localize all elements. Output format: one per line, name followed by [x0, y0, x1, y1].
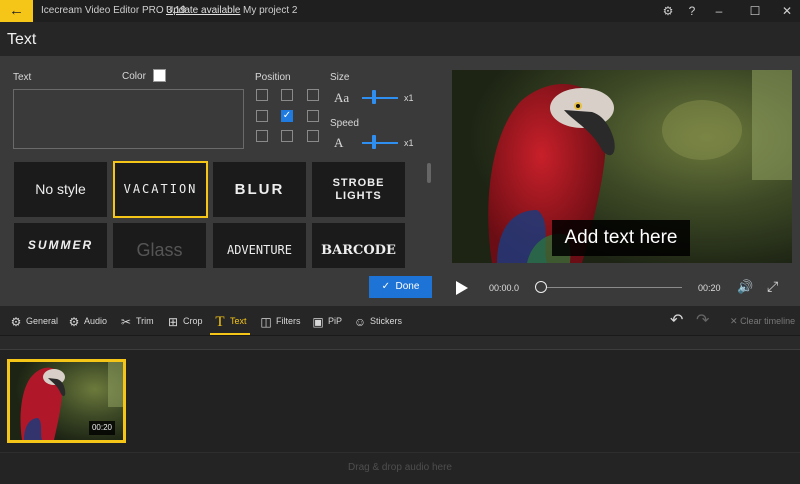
tool-trim[interactable]: ✂ Trim	[119, 306, 154, 336]
done-button[interactable]: ✓ Done	[369, 276, 432, 298]
minimize-button[interactable]: –	[710, 3, 728, 19]
size-slider-track[interactable]	[362, 97, 398, 99]
size-multiplier: x1	[404, 93, 414, 103]
duration: 00:20	[698, 283, 721, 293]
crop-icon: ⊞	[167, 314, 179, 329]
position-middle-right[interactable]	[307, 110, 319, 122]
filters-icon: ◫	[260, 314, 272, 329]
position-middle-left[interactable]	[256, 110, 268, 122]
text-input[interactable]	[13, 89, 244, 149]
active-tool-indicator	[210, 333, 250, 335]
clear-label: Clear timeline	[740, 316, 796, 326]
font-size-icon: Aa	[334, 90, 350, 105]
tool-label: Crop	[183, 316, 203, 326]
tool-crop[interactable]: ⊞ Crop	[166, 306, 203, 336]
section-header: Text	[0, 22, 800, 56]
clear-timeline-button[interactable]: ✕ Clear timeline	[730, 306, 795, 336]
audio-drop-hint: Drag & drop audio here	[348, 462, 452, 473]
tool-label: Audio	[84, 316, 108, 326]
style-label: Glass	[136, 240, 183, 260]
fullscreen-icon[interactable]: ⤢	[767, 278, 778, 295]
speed-multiplier: x1	[404, 138, 414, 148]
tool-text[interactable]: T Text	[213, 306, 247, 336]
speed-slider-track[interactable]	[362, 142, 398, 144]
size-label: Size	[330, 72, 350, 83]
style-label: STROBE	[332, 177, 385, 189]
timeline-divider	[0, 349, 800, 350]
volume-icon[interactable]: 🔊	[737, 279, 753, 295]
gear-icon: ⚙	[68, 314, 80, 329]
tool-filters[interactable]: ◫ Filters	[259, 306, 301, 336]
style-label: BLUR	[234, 181, 285, 198]
style-label: ADVENTURE	[226, 243, 293, 257]
style-label: SUMMER	[27, 238, 94, 252]
speed-icon: A	[334, 135, 344, 150]
style-label: LIGHTS	[335, 190, 382, 202]
close-icon: ✕	[730, 316, 738, 326]
color-picker[interactable]	[153, 69, 166, 82]
page-title: Text	[7, 31, 37, 48]
style-adventure[interactable]: ADVENTURE	[213, 223, 306, 268]
style-label: BARCODE	[321, 243, 396, 258]
position-top-center[interactable]	[281, 89, 293, 101]
position-label: Position	[255, 72, 291, 83]
update-available-link[interactable]: Update available	[166, 5, 241, 16]
timeline-ruler	[0, 336, 800, 350]
color-label: Color	[122, 71, 146, 82]
gear-icon[interactable]: ⚙	[659, 3, 677, 19]
tool-general[interactable]: ⚙ General	[9, 306, 58, 336]
redo-icon[interactable]: ↷	[696, 306, 709, 336]
clip-duration: 00:20	[89, 421, 115, 435]
scissors-icon: ✂	[120, 314, 132, 329]
position-top-right[interactable]	[307, 89, 319, 101]
speed-label: Speed	[330, 118, 359, 129]
position-bottom-right[interactable]	[307, 130, 319, 142]
position-center[interactable]: ✓	[281, 110, 293, 122]
close-button[interactable]: ✕	[778, 3, 796, 19]
gear-icon: ⚙	[10, 314, 22, 329]
tool-label: Text	[230, 316, 247, 326]
style-no-style[interactable]: No style	[14, 162, 107, 217]
position-bottom-left[interactable]	[256, 130, 268, 142]
title-bar: ← Icecream Video Editor PRO 3.19 Update …	[0, 0, 800, 22]
styles-scrollbar[interactable]	[427, 163, 431, 183]
undo-icon[interactable]: ↶	[670, 306, 683, 336]
smiley-icon: ☺	[353, 314, 367, 329]
seek-thumb[interactable]	[535, 281, 547, 293]
style-strobe-lights[interactable]: STROBE LIGHTS	[312, 162, 405, 217]
app-title: Icecream Video Editor PRO 3.19	[41, 5, 186, 16]
position-top-left[interactable]	[256, 89, 268, 101]
tool-label: General	[26, 316, 59, 326]
current-time: 00:00.0	[489, 283, 520, 293]
help-button[interactable]: ?	[683, 3, 701, 19]
style-vacation[interactable]: VACATION	[113, 161, 208, 218]
tool-stickers[interactable]: ☺ Stickers	[353, 306, 402, 336]
speed-slider-thumb[interactable]	[372, 135, 376, 149]
style-label: No style	[35, 181, 86, 197]
position-bottom-center[interactable]	[281, 130, 293, 142]
tool-audio[interactable]: ⚙ Audio	[67, 306, 107, 336]
tool-label: PiP	[328, 316, 343, 326]
style-barcode[interactable]: BARCODE	[312, 223, 405, 268]
style-label: VACATION	[123, 182, 198, 196]
style-blur[interactable]: BLUR	[213, 162, 306, 217]
style-glass[interactable]: Glass	[113, 223, 206, 268]
pip-icon: ▣	[312, 314, 324, 329]
check-icon: ✓	[381, 281, 390, 292]
text-overlay[interactable]: Add text here	[552, 220, 690, 256]
size-slider-thumb[interactable]	[372, 90, 376, 104]
play-icon[interactable]	[455, 280, 469, 296]
arrow-left-icon: ←	[9, 2, 24, 19]
back-button[interactable]: ←	[0, 0, 33, 22]
tool-label: Filters	[276, 316, 301, 326]
maximize-button[interactable]: ☐	[746, 3, 764, 19]
seek-bar[interactable]	[542, 287, 682, 288]
project-name: My project 2	[243, 5, 298, 16]
text-label: Text	[13, 72, 32, 83]
style-summer[interactable]: SUMMER	[14, 223, 107, 268]
done-label: Done	[395, 281, 420, 292]
tool-pip[interactable]: ▣ PiP	[311, 306, 342, 336]
tool-label: Trim	[136, 316, 154, 326]
tool-label: Stickers	[370, 316, 403, 326]
